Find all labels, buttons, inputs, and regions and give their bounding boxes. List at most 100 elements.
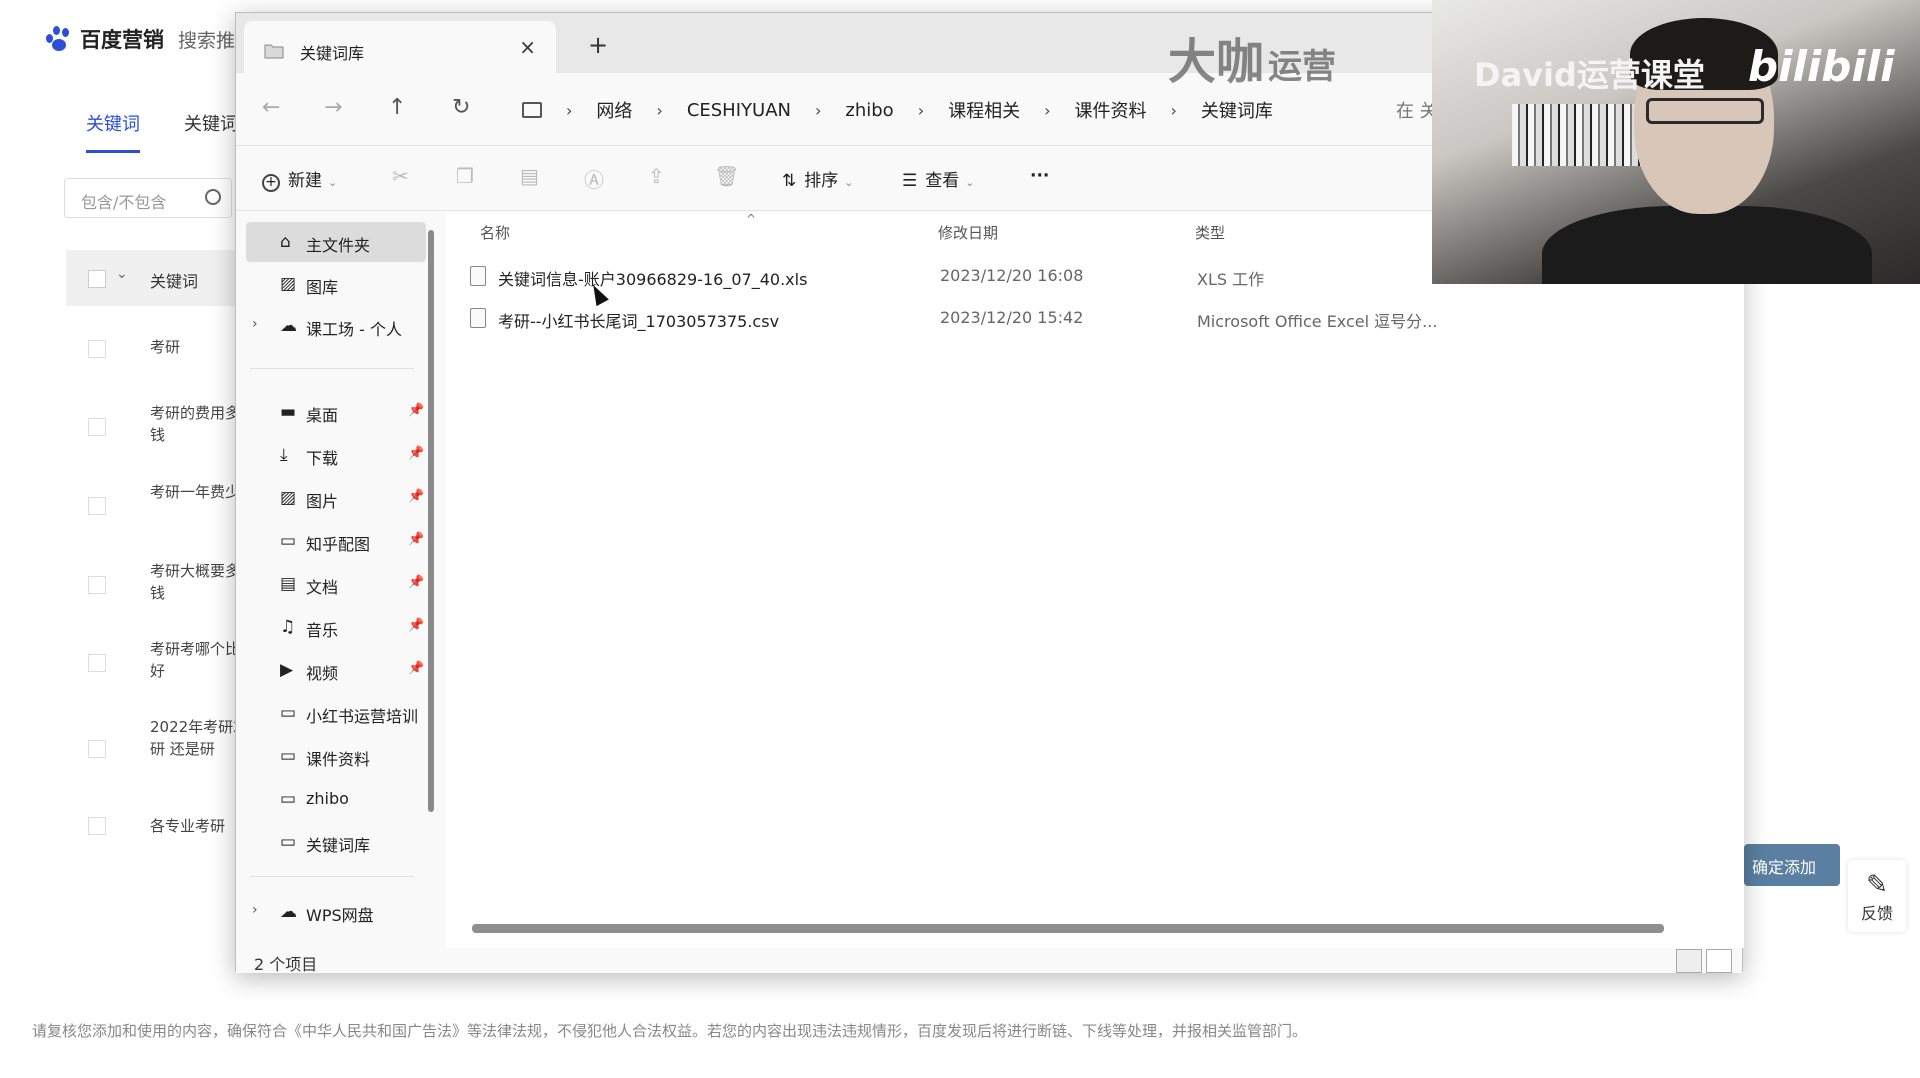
status-bar: 2 个项目 — [236, 949, 1742, 974]
tab-keyword-library[interactable]: 关键词库 × — [244, 21, 556, 73]
tiles-view-icon[interactable] — [1706, 949, 1732, 973]
sidebar-item-desktop[interactable]: ▬ 桌面 📌 — [246, 392, 426, 432]
bilibili-logo: bilibili — [1748, 42, 1895, 91]
pin-icon[interactable]: 📌 — [408, 403, 424, 418]
chevron-right-icon[interactable]: › — [1171, 101, 1177, 120]
row-checkbox[interactable] — [88, 576, 106, 594]
row-checkbox[interactable] — [88, 654, 106, 672]
column-header-name[interactable]: 名称 — [480, 222, 510, 243]
more-options-button[interactable]: ··· — [1030, 166, 1049, 186]
breadcrumb-ceshiyuan[interactable]: CESHIYUAN — [687, 100, 791, 121]
sidebar-item-courseware[interactable]: ▭ 课件资料 — [246, 736, 426, 776]
computer-icon[interactable] — [522, 102, 542, 118]
chevron-down-icon[interactable]: ⌄ — [116, 266, 128, 282]
chevron-right-icon[interactable]: › — [566, 101, 572, 120]
select-all-checkbox[interactable] — [88, 270, 106, 288]
pin-icon[interactable]: 📌 — [408, 489, 424, 504]
file-name: 关键词信息-账户30966829-16_07_40.xls — [498, 270, 808, 289]
cut-icon[interactable]: ✂ — [392, 164, 409, 188]
sidebar-item-label: 关键词库 — [306, 836, 371, 855]
video-icon: ▶ — [280, 660, 294, 680]
confirm-add-button[interactable]: 确定添加 — [1744, 844, 1840, 886]
watermark-main: 大咖 — [1168, 34, 1265, 90]
baidu-logo[interactable]: 百度营销 搜索推 — [44, 24, 235, 54]
breadcrumb-courseware[interactable]: 课件资料 — [1075, 97, 1147, 123]
sort-icon: ⇅ — [782, 171, 797, 191]
horizontal-scrollbar[interactable] — [472, 924, 1664, 933]
chevron-right-icon[interactable]: › — [1044, 101, 1050, 120]
copy-icon[interactable]: ❐ — [456, 164, 474, 188]
sidebar-item-zhibo[interactable]: ▭ zhibo — [246, 779, 426, 819]
paste-icon[interactable]: ▤ — [520, 164, 539, 188]
view-button[interactable]: ☰ 查看 ⌄ — [902, 166, 974, 191]
keyword-table-header: ⌄ 关键词 — [66, 250, 246, 306]
chevron-right-icon[interactable]: › — [252, 316, 258, 332]
row-checkbox[interactable] — [88, 497, 106, 515]
pin-icon[interactable]: 📌 — [408, 661, 424, 676]
pin-icon[interactable]: 📌 — [408, 532, 424, 547]
forward-arrow-icon[interactable]: → — [324, 95, 342, 120]
pin-icon[interactable]: 📌 — [408, 618, 424, 633]
chevron-right-icon[interactable]: › — [252, 902, 258, 918]
breadcrumb-course[interactable]: 课程相关 — [948, 97, 1020, 123]
row-checkbox[interactable] — [88, 340, 106, 358]
sidebar-item-gallery[interactable]: ▨ 图库 — [246, 264, 426, 304]
chevron-right-icon[interactable]: › — [656, 101, 662, 120]
file-row[interactable]: 考研--小红书长尾词_1703057375.csv 2023/12/20 15:… — [466, 298, 1736, 338]
sidebar-item-downloads[interactable]: ⤓ 下载 📌 — [246, 435, 426, 475]
column-header-type[interactable]: 类型 — [1195, 222, 1225, 243]
pin-icon[interactable]: 📌 — [408, 575, 424, 590]
sidebar-item-pictures[interactable]: ▨ 图片 📌 — [246, 478, 426, 518]
feedback-button[interactable]: ✎ 反馈 — [1848, 860, 1906, 932]
pin-icon[interactable]: 📌 — [408, 446, 424, 461]
sidebar-scrollbar[interactable] — [428, 230, 434, 812]
row-checkbox[interactable] — [88, 740, 106, 758]
back-arrow-icon[interactable]: ← — [262, 95, 280, 120]
sidebar-item-label: 桌面 — [306, 406, 339, 425]
rename-icon[interactable]: Ⓐ — [584, 164, 604, 193]
sidebar-item-keyword-library[interactable]: ▭ 关键词库 — [246, 822, 426, 862]
watermark-logo: 大咖 运营 — [1168, 22, 1336, 92]
breadcrumb-zhibo[interactable]: zhibo — [845, 100, 893, 121]
column-header-modified[interactable]: 修改日期 — [938, 222, 998, 243]
sidebar-item-documents[interactable]: ▤ 文档 📌 — [246, 564, 426, 604]
sidebar-item-wps-drive[interactable]: › ☁ WPS网盘 — [246, 892, 426, 932]
sidebar-divider — [250, 876, 414, 877]
breadcrumb-keyword-library[interactable]: 关键词库 — [1201, 97, 1273, 123]
row-checkbox[interactable] — [88, 418, 106, 436]
sidebar-item-zhihu-images[interactable]: ▭ 知乎配图 📌 — [246, 521, 426, 561]
new-button[interactable]: + 新建 ⌄ — [262, 166, 337, 192]
sidebar-item-label: 文档 — [306, 578, 339, 597]
up-arrow-icon[interactable]: ↑ — [388, 95, 406, 120]
file-list: ^ 名称 修改日期 类型 关键词信息-账户30966829-16_07_40.x… — [446, 212, 1744, 948]
new-tab-icon[interactable]: + — [588, 31, 608, 59]
file-type: XLS 工作 — [1197, 270, 1265, 289]
presenter-glasses — [1646, 98, 1764, 124]
details-view-icon[interactable] — [1676, 949, 1702, 973]
breadcrumb-network[interactable]: 网络 — [596, 97, 632, 123]
keyword-filter-input[interactable]: 包含/不包含 — [64, 178, 232, 218]
sidebar-item-music[interactable]: ♫ 音乐 📌 — [246, 607, 426, 647]
delete-icon[interactable]: 🗑 — [714, 164, 739, 188]
presenter-body — [1542, 206, 1872, 284]
tab-keywords[interactable]: 关键词 — [86, 110, 140, 153]
close-icon[interactable]: × — [519, 35, 536, 59]
search-icon[interactable] — [205, 189, 221, 205]
sidebar-item-label: 音乐 — [306, 621, 339, 640]
chevron-right-icon[interactable]: › — [815, 101, 821, 120]
share-icon[interactable]: ⇪ — [648, 164, 665, 188]
sidebar-item-xiaohongshu-training[interactable]: ▭ 小红书运营培训 — [246, 693, 426, 733]
sidebar-item-videos[interactable]: ▶ 视频 📌 — [246, 650, 426, 690]
tab-keywords-2[interactable]: 关键词 — [184, 110, 238, 153]
row-checkbox[interactable] — [88, 817, 106, 835]
file-name: 考研--小红书长尾词_1703057375.csv — [498, 312, 780, 331]
webcam-overlay: David运营课堂 bilibili — [1432, 0, 1920, 284]
chevron-right-icon[interactable]: › — [918, 101, 924, 120]
sort-button[interactable]: ⇅ 排序 ⌄ — [782, 166, 853, 191]
sidebar-item-cloud-personal[interactable]: › ☁ 课工场 - 个人 — [246, 306, 426, 346]
sidebar-item-label: zhibo — [306, 789, 349, 808]
sidebar-item-home[interactable]: ⌂ 主文件夹 — [246, 222, 426, 262]
new-label: 新建 — [288, 171, 322, 191]
webcam-caption: David运营课堂 — [1474, 56, 1705, 94]
refresh-icon[interactable]: ↻ — [452, 95, 470, 120]
